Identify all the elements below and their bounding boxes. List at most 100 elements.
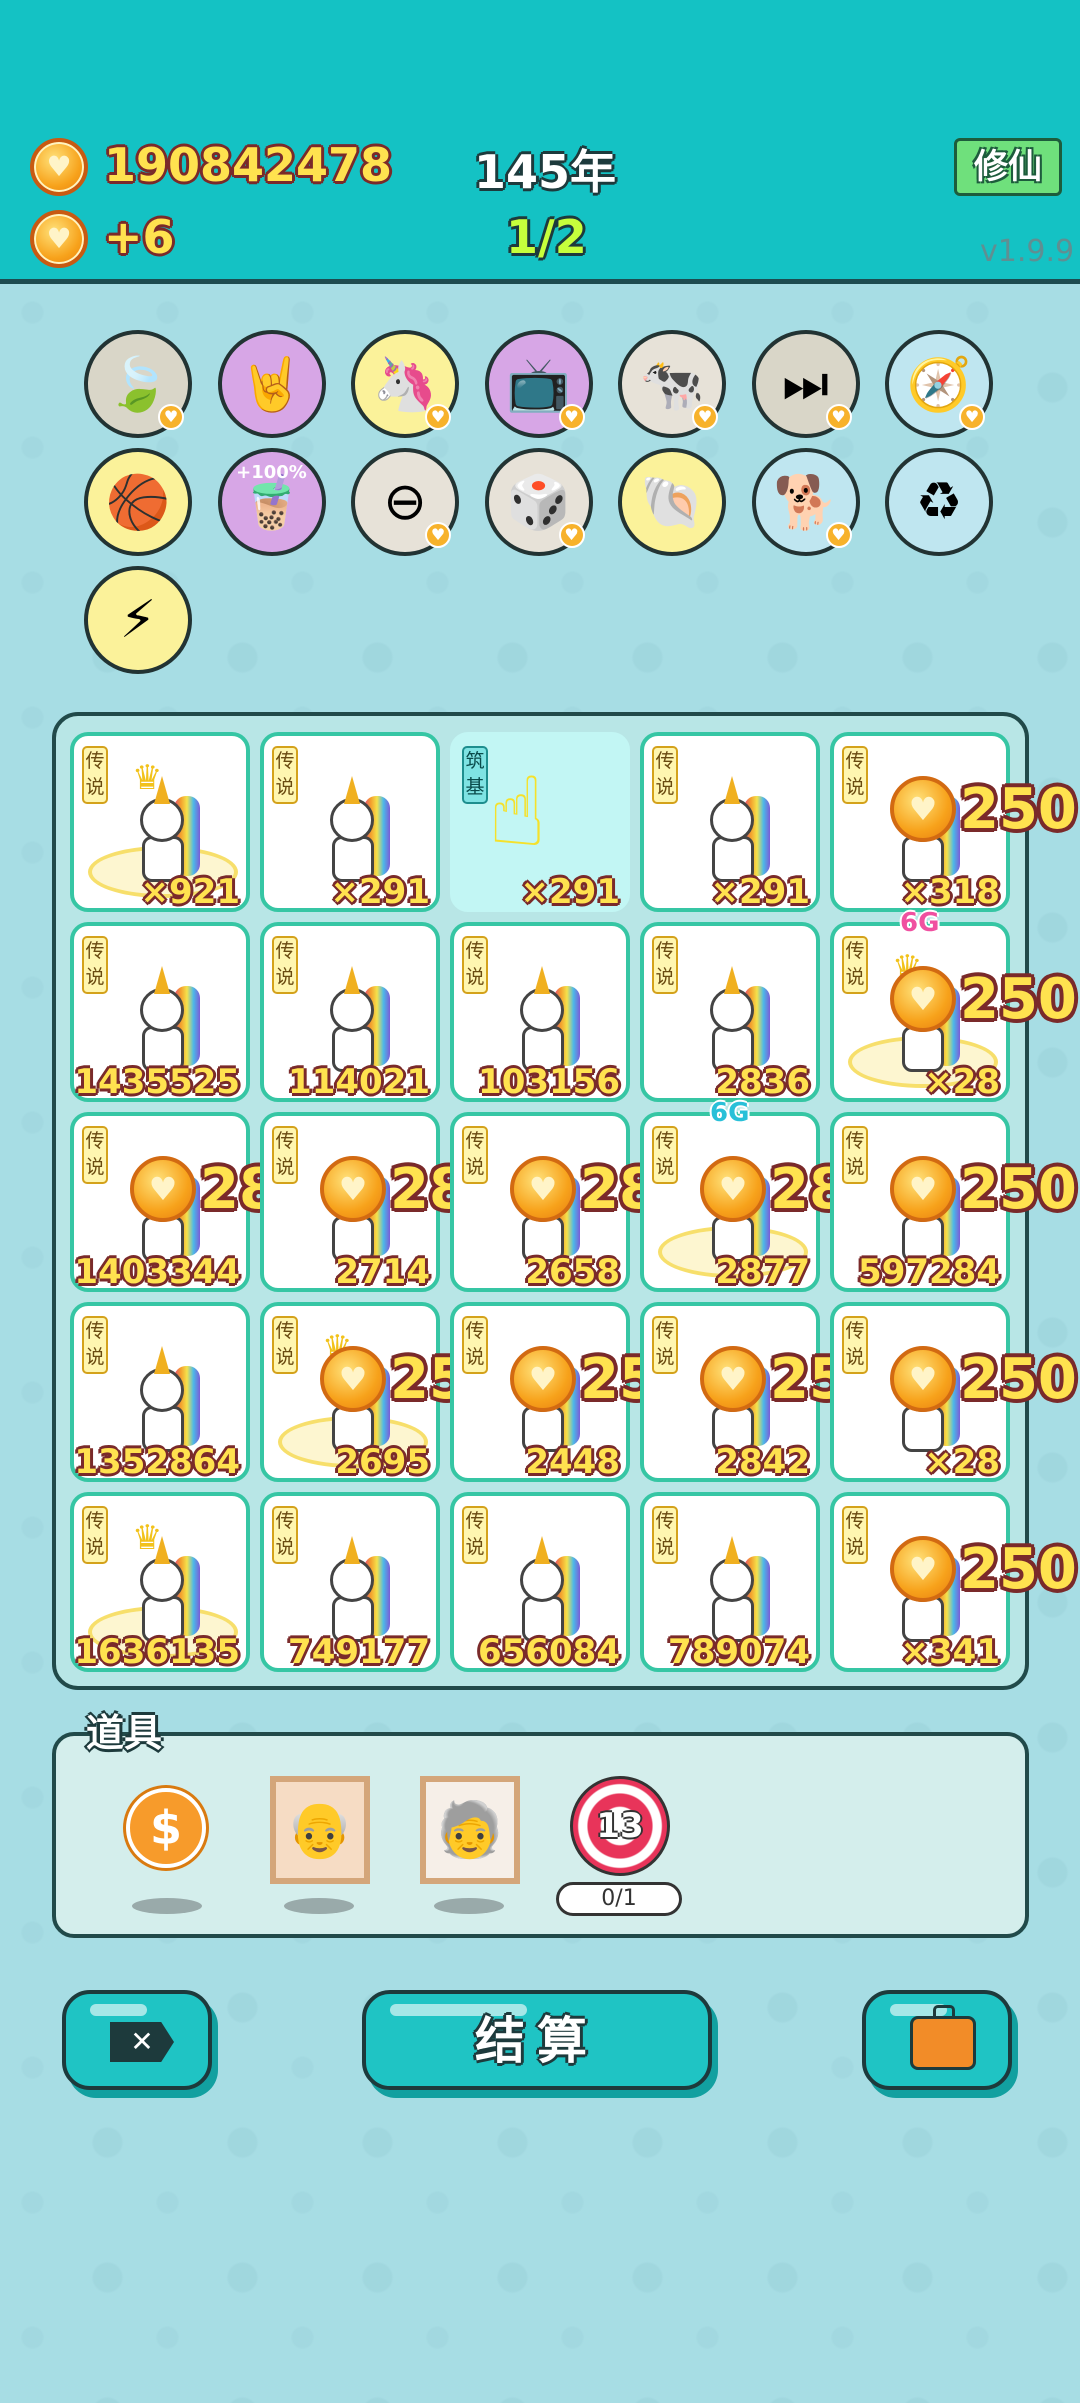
cell-count: 749177 bbox=[288, 1632, 430, 1672]
version-label: v1.9.9 bbox=[980, 234, 1075, 269]
dice-icon[interactable]: 🎲 ♥ bbox=[484, 448, 593, 556]
recycle-bag-icon[interactable]: ♻ bbox=[885, 448, 993, 556]
close-button[interactable]: ✕ bbox=[62, 1990, 212, 2090]
rank-tag: 传说 bbox=[82, 1506, 108, 1564]
shell-icon[interactable]: 🐚 bbox=[618, 448, 726, 556]
cell-count: 2714 bbox=[335, 1252, 430, 1292]
cell-count: 2695 bbox=[335, 1442, 430, 1482]
cell-count: 1352864 bbox=[74, 1442, 240, 1482]
heart-badge-icon: ♥ bbox=[158, 404, 184, 430]
grandpa-portrait-item-icon[interactable]: 👴 bbox=[270, 1776, 370, 1884]
tv-icon[interactable]: 📺 ♥ bbox=[484, 330, 593, 438]
cell-count: ×291 bbox=[330, 872, 430, 912]
rank-tag: 传说 bbox=[82, 1316, 108, 1374]
unicorn-icon bbox=[124, 1344, 204, 1454]
coin-icon: ♥ bbox=[320, 1346, 386, 1412]
coin-icon: ♥ bbox=[700, 1156, 766, 1222]
coin-popup: ♥ 250 bbox=[890, 1154, 1077, 1224]
unicorn-icon[interactable]: 🦄 ♥ bbox=[351, 330, 459, 438]
level-badge: 6G bbox=[900, 908, 940, 938]
heart-badge-icon: ♥ bbox=[825, 522, 852, 548]
cell-count: 2448 bbox=[525, 1442, 620, 1482]
coin-icon: ♥ bbox=[890, 1346, 956, 1412]
rank-tag: 传说 bbox=[82, 746, 108, 804]
unicorn-cell[interactable]: 传说 656084 bbox=[450, 1492, 630, 1672]
cow-pair-icon[interactable]: 🐄 ♥ bbox=[618, 330, 726, 438]
rank-tag: 传说 bbox=[462, 1316, 488, 1374]
coin-icon: ♥ bbox=[510, 1346, 576, 1412]
unicorn-cell[interactable]: 传说 2836 bbox=[640, 922, 820, 1102]
milk-tea-icon[interactable]: 🧋 +100% bbox=[217, 448, 326, 556]
level-badge: 6G bbox=[710, 1098, 750, 1128]
compass-icon[interactable]: 🧭 ♥ bbox=[885, 330, 993, 438]
heart-badge-icon: ♥ bbox=[558, 404, 585, 430]
cell-count: 2842 bbox=[715, 1442, 810, 1482]
unicorn-cell[interactable]: 传说 ×291 bbox=[640, 732, 820, 912]
rank-tag: 传说 bbox=[82, 936, 108, 994]
unicorn-icon bbox=[694, 774, 774, 884]
unicorn-icon bbox=[504, 964, 584, 1074]
old-man-portrait-item-icon[interactable]: 🧓 bbox=[420, 1776, 520, 1884]
unicorn-cell[interactable]: 传说 1352864 bbox=[70, 1302, 250, 1482]
heart-badge-icon: ♥ bbox=[425, 404, 451, 430]
cell-count: ×291 bbox=[710, 872, 810, 912]
unicorn-cell[interactable]: 筑基 ☝ ×291 bbox=[450, 732, 630, 912]
target-item-icon[interactable]: 13 bbox=[570, 1776, 670, 1876]
unicorn-cell[interactable]: 传说 1435525 bbox=[70, 922, 250, 1102]
coin-icon: ♥ bbox=[890, 966, 956, 1032]
coin-icon: ♥ bbox=[890, 776, 956, 842]
rock-hand-icon[interactable]: 🤘 bbox=[217, 330, 326, 438]
unicorn-icon bbox=[124, 964, 204, 1074]
bag-button[interactable] bbox=[862, 1990, 1012, 2090]
dollar-coin-item-icon[interactable]: $ bbox=[126, 1788, 206, 1868]
crown-icon: ♛ bbox=[132, 758, 163, 798]
coin-icon bbox=[30, 138, 88, 196]
close-icon: ✕ bbox=[110, 2022, 174, 2062]
skip-icon[interactable]: ⏭ ♥ bbox=[751, 330, 860, 438]
unicorn-cell[interactable]: 传说 749177 bbox=[260, 1492, 440, 1672]
items-panel: $ 👴 🧓 13 0/1 bbox=[52, 1732, 1029, 1938]
lightning-icon[interactable]: ⚡ bbox=[84, 566, 192, 674]
cell-count: ×28 bbox=[924, 1062, 1000, 1102]
coin-popup: ♥ 250 bbox=[890, 1534, 1077, 1604]
coin-icon: ♥ bbox=[890, 1536, 956, 1602]
page-indicator[interactable]: 1/2 bbox=[506, 210, 587, 264]
target-progress: 0/1 bbox=[556, 1882, 682, 1916]
unicorn-icon bbox=[314, 1534, 394, 1644]
coin-popup: ♥ 250 bbox=[890, 964, 1077, 1034]
rank-tag: 传说 bbox=[842, 936, 868, 994]
minus-icon[interactable]: ⊖ ♥ bbox=[351, 448, 459, 556]
rank-tag: 传说 bbox=[462, 936, 488, 994]
coin-popup-value: 250 bbox=[960, 1156, 1077, 1222]
unicorn-icon bbox=[694, 1534, 774, 1644]
rank-tag: 传说 bbox=[272, 746, 298, 804]
item-shadow bbox=[284, 1898, 354, 1914]
unicorn-cell[interactable]: 传说 ♛ ×921 bbox=[70, 732, 250, 912]
unicorn-cell[interactable]: 传说 103156 bbox=[450, 922, 630, 1102]
xiuxian-button[interactable]: 修仙 bbox=[954, 138, 1062, 196]
cell-count: 1403344 bbox=[74, 1252, 240, 1292]
rank-tag: 筑基 bbox=[462, 746, 488, 804]
item-shadow bbox=[132, 1898, 202, 1914]
cell-count: ×318 bbox=[900, 872, 1000, 912]
button-gloss bbox=[90, 2004, 147, 2016]
coin-icon: ♥ bbox=[130, 1156, 196, 1222]
unicorn-icon bbox=[314, 774, 394, 884]
cell-count: 103156 bbox=[478, 1062, 620, 1102]
item-shadow bbox=[434, 1898, 504, 1914]
cell-count: ×341 bbox=[900, 1632, 1000, 1672]
basketballs-icon[interactable]: 🏀 bbox=[84, 448, 192, 556]
rank-tag: 传说 bbox=[652, 1506, 678, 1564]
cell-count: 2658 bbox=[525, 1252, 620, 1292]
unicorn-cell[interactable]: 传说 ♛ 1636135 bbox=[70, 1492, 250, 1672]
settle-label: 结算 bbox=[475, 2012, 599, 2070]
cool-dog-icon[interactable]: 🐕 ♥ bbox=[751, 448, 860, 556]
coin-icon: ♥ bbox=[510, 1156, 576, 1222]
settle-button[interactable]: 结算 bbox=[362, 1990, 712, 2090]
unicorn-cell[interactable]: 传说 114021 bbox=[260, 922, 440, 1102]
leaf-icon[interactable]: 🍃 ♥ bbox=[84, 330, 192, 438]
top-bar: 190842478 +6 145年 1/2 修仙 v1.9.9 bbox=[0, 0, 1080, 284]
unicorn-cell[interactable]: 传说 ×291 bbox=[260, 732, 440, 912]
rank-tag: 传说 bbox=[272, 936, 298, 994]
unicorn-cell[interactable]: 传说 789074 bbox=[640, 1492, 820, 1672]
